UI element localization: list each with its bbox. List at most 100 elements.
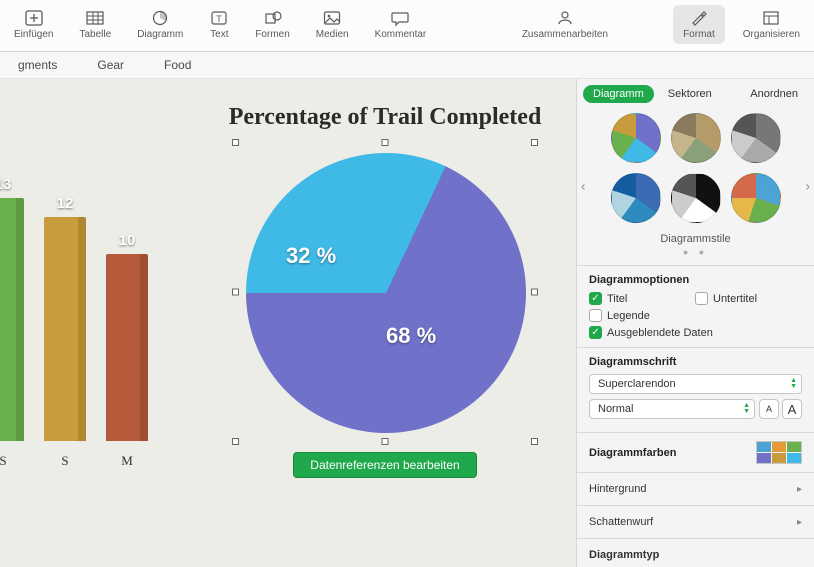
checkbox-icon (589, 309, 602, 322)
format-inspector: Diagramm Sektoren Anordnen ‹ › Diagramms… (576, 79, 814, 567)
inspector-tabs: Diagramm Sektoren Anordnen (577, 79, 814, 107)
checkbox-icon: ✓ (589, 292, 602, 305)
pie-chart-group: Percentage of Trail Completed 32 % 68 % … (220, 103, 550, 478)
resize-handle[interactable] (232, 288, 239, 295)
toolbar-table[interactable]: Tabelle (79, 9, 111, 40)
toolbar-label: Formen (255, 29, 289, 40)
page-dots[interactable]: ● ● (589, 247, 802, 257)
chart-styles-panel: ‹ › Diagrammstile ● ● (577, 107, 814, 265)
bar-chart[interactable]: 13S 12S 10M (0, 111, 162, 441)
sheet-tab[interactable]: gments (18, 58, 57, 72)
image-icon (322, 9, 342, 27)
edit-data-button[interactable]: Datenreferenzen bearbeiten (293, 452, 476, 478)
comment-icon (390, 9, 410, 27)
chart-style-option[interactable] (611, 113, 661, 163)
table-icon (85, 9, 105, 27)
checkbox-title[interactable]: ✓Titel (589, 292, 685, 305)
sheet-tabs: gments Gear Food (0, 52, 814, 79)
tab-sectors[interactable]: Sektoren (658, 85, 722, 103)
toolbar-label: Zusammenarbeiten (522, 29, 608, 40)
color-picker-button[interactable] (756, 441, 802, 464)
resize-handle[interactable] (531, 139, 538, 146)
plus-box-icon (24, 9, 44, 27)
bar[interactable]: 10M (106, 254, 148, 441)
checkbox-subtitle[interactable]: Untertitel (695, 292, 791, 305)
toolbar-label: Diagramm (137, 29, 183, 40)
bar-value-label: 12 (57, 195, 74, 212)
bar-category-label: S (0, 453, 7, 469)
resize-handle[interactable] (382, 438, 389, 445)
sheet-tab[interactable]: Food (164, 58, 191, 72)
font-smaller-button[interactable]: A (759, 399, 779, 419)
organize-icon (761, 9, 781, 27)
chart-options-section: Diagrammoptionen ✓Titel Untertitel Legen… (577, 265, 814, 347)
section-title: Diagrammoptionen (589, 274, 802, 286)
chart-colors-section: Diagrammfarben (577, 432, 814, 472)
tab-arrange[interactable]: Anordnen (740, 85, 808, 103)
main-toolbar: Einfügen Tabelle Diagramm T Text Formen … (0, 0, 814, 52)
pie-chart-icon (150, 9, 170, 27)
bar-category-label: S (61, 453, 68, 469)
toolbar-format[interactable]: Format (673, 5, 725, 44)
font-larger-button[interactable]: A (782, 399, 802, 419)
toolbar-insert[interactable]: Einfügen (14, 9, 53, 40)
pie-slice-label: 68 % (386, 323, 436, 349)
toolbar-label: Kommentar (375, 29, 427, 40)
chevron-left-icon[interactable]: ‹ (581, 179, 585, 194)
collaborate-icon (555, 9, 575, 27)
pie-chart[interactable] (246, 153, 526, 433)
stepper-icon: ▲▼ (790, 378, 797, 390)
toolbar-chart[interactable]: Diagramm (137, 9, 183, 40)
resize-handle[interactable] (232, 438, 239, 445)
paintbrush-icon (689, 9, 709, 27)
toolbar-shapes[interactable]: Formen (255, 9, 289, 40)
toolbar-text[interactable]: T Text (209, 9, 229, 40)
disclosure-shadow[interactable]: Schattenwurf▸ (577, 505, 814, 538)
resize-handle[interactable] (531, 438, 538, 445)
chart-style-option[interactable] (731, 113, 781, 163)
toolbar-organize[interactable]: Organisieren (743, 9, 800, 40)
chart-style-option[interactable] (671, 173, 721, 223)
resize-handle[interactable] (531, 288, 538, 295)
selection-bounds[interactable]: 32 % 68 % (235, 142, 535, 442)
tab-diagram[interactable]: Diagramm (583, 85, 654, 103)
toolbar-collaborate[interactable]: Zusammenarbeiten (522, 9, 608, 40)
toolbar-label: Tabelle (79, 29, 111, 40)
bar[interactable]: 12S (44, 217, 86, 441)
chevron-right-icon[interactable]: › (806, 179, 810, 194)
font-weight-select[interactable]: Normal ▲▼ (589, 399, 755, 419)
chart-style-option[interactable] (671, 113, 721, 163)
toolbar-label: Format (683, 29, 715, 40)
toolbar-label: Organisieren (743, 29, 800, 40)
text-icon: T (209, 9, 229, 27)
toolbar-media[interactable]: Medien (316, 9, 349, 40)
resize-handle[interactable] (382, 139, 389, 146)
section-title: Diagrammschrift (589, 356, 802, 368)
canvas[interactable]: 13S12S10M Percentage of Trail Completed … (0, 79, 576, 567)
bar[interactable]: 13S (0, 198, 24, 441)
checkbox-hidden-data[interactable]: ✓Ausgeblendete Daten (589, 326, 713, 339)
chart-font-section: Diagrammschrift Superclarendon ▲▼ Normal… (577, 347, 814, 432)
checkbox-legend[interactable]: Legende (589, 309, 685, 322)
pie-slice-label: 32 % (286, 243, 336, 269)
chevron-right-icon: ▸ (797, 517, 802, 528)
resize-handle[interactable] (232, 139, 239, 146)
chart-style-option[interactable] (611, 173, 661, 223)
toolbar-label: Text (210, 29, 228, 40)
toolbar-comment[interactable]: Kommentar (375, 9, 427, 40)
toolbar-label: Medien (316, 29, 349, 40)
sheet-tab[interactable]: Gear (97, 58, 124, 72)
disclosure-chart-type[interactable]: Diagrammtyp (577, 538, 814, 567)
font-family-select[interactable]: Superclarendon ▲▼ (589, 374, 802, 394)
toolbar-label: Einfügen (14, 29, 53, 40)
chart-style-option[interactable] (731, 173, 781, 223)
disclosure-background[interactable]: Hintergrund▸ (577, 472, 814, 505)
checkbox-icon: ✓ (589, 326, 602, 339)
section-title: Diagrammfarben (589, 447, 676, 459)
shapes-icon (263, 9, 283, 27)
stepper-icon: ▲▼ (743, 403, 750, 415)
chart-title: Percentage of Trail Completed (220, 103, 550, 132)
checkbox-icon (695, 292, 708, 305)
styles-caption: Diagrammstile (589, 233, 802, 245)
chevron-right-icon: ▸ (797, 484, 802, 495)
